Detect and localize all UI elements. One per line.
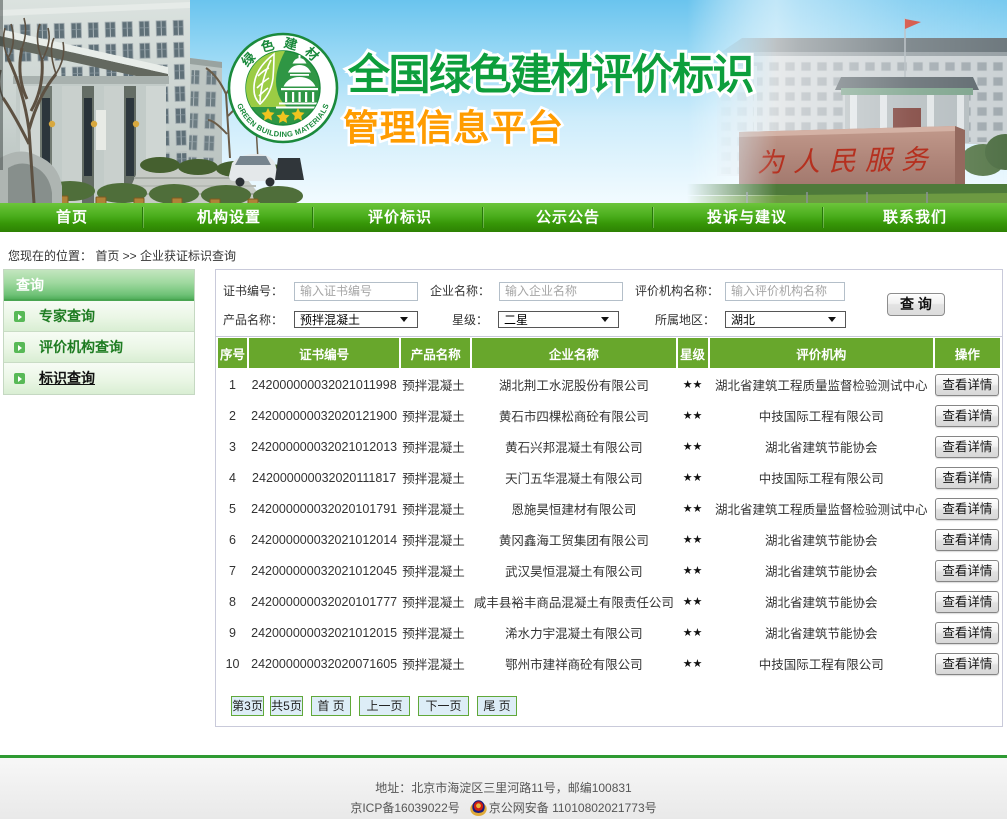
svg-text:管理信息平台: 管理信息平台 (343, 107, 564, 148)
svg-text:为人民服务: 为人民服务 (756, 144, 937, 178)
svg-text:全国绿色建材评价标识: 全国绿色建材评价标识 (347, 51, 754, 98)
